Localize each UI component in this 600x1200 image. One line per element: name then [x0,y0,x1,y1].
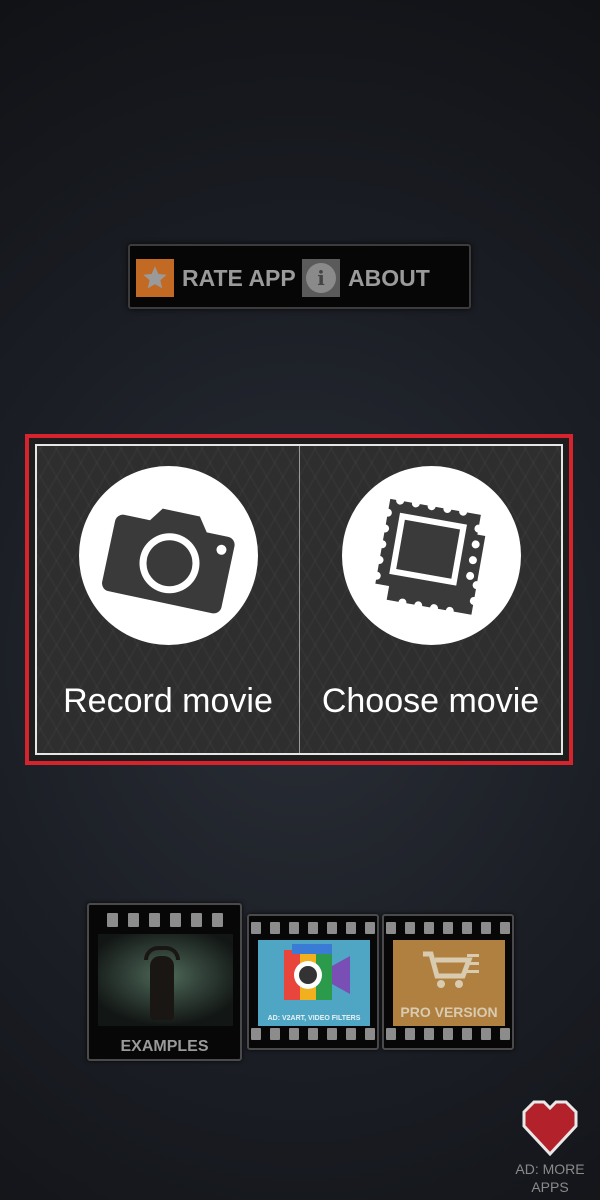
more-apps-label: AD: MORE APPS [515,1161,585,1195]
pro-version-button[interactable]: PRO VERSION [382,914,514,1050]
shopping-cart-icon [423,951,479,988]
star-icon [136,259,174,297]
action-panel: Record movie Choose movie [35,444,563,755]
record-movie-label: Record movie [63,682,273,720]
film-holes [384,1028,512,1042]
choose-movie-button[interactable]: Choose movie [299,446,561,753]
about-button[interactable]: i ABOUT [302,258,430,298]
more-apps-button[interactable]: AD: MORE APPS [508,1100,592,1200]
ad-label: AD: V2ART, VIDEO FILTERS [267,1015,361,1022]
example-thumbnail-image [98,934,233,1026]
pro-thumbnail-image: PRO VERSION [393,940,505,1026]
top-bar: RATE APP i ABOUT [128,244,471,309]
examples-button[interactable]: EXAMPLES [87,903,242,1061]
video-filters-logo-icon [284,944,350,1000]
film-holes [249,1028,377,1042]
ad-thumbnail-image: AD: V2ART, VIDEO FILTERS [258,940,370,1026]
highlight-frame: Record movie Choose movie [25,434,573,765]
pro-version-label: PRO VERSION [400,1004,498,1020]
gallery-stamp-icon [342,466,521,645]
rate-app-label: RATE APP [182,264,296,291]
heart-icon [522,1100,578,1156]
info-icon: i [302,259,340,297]
record-movie-button[interactable]: Record movie [37,446,299,753]
about-label: ABOUT [348,264,430,291]
film-holes [89,913,240,927]
rate-app-button[interactable]: RATE APP [136,258,296,298]
choose-movie-label: Choose movie [321,682,540,720]
film-holes [249,922,377,936]
examples-label: EXAMPLES [120,1038,209,1055]
camera-icon [79,466,258,645]
ad-v2art-button[interactable]: AD: V2ART, VIDEO FILTERS [247,914,379,1050]
film-holes [384,922,512,936]
